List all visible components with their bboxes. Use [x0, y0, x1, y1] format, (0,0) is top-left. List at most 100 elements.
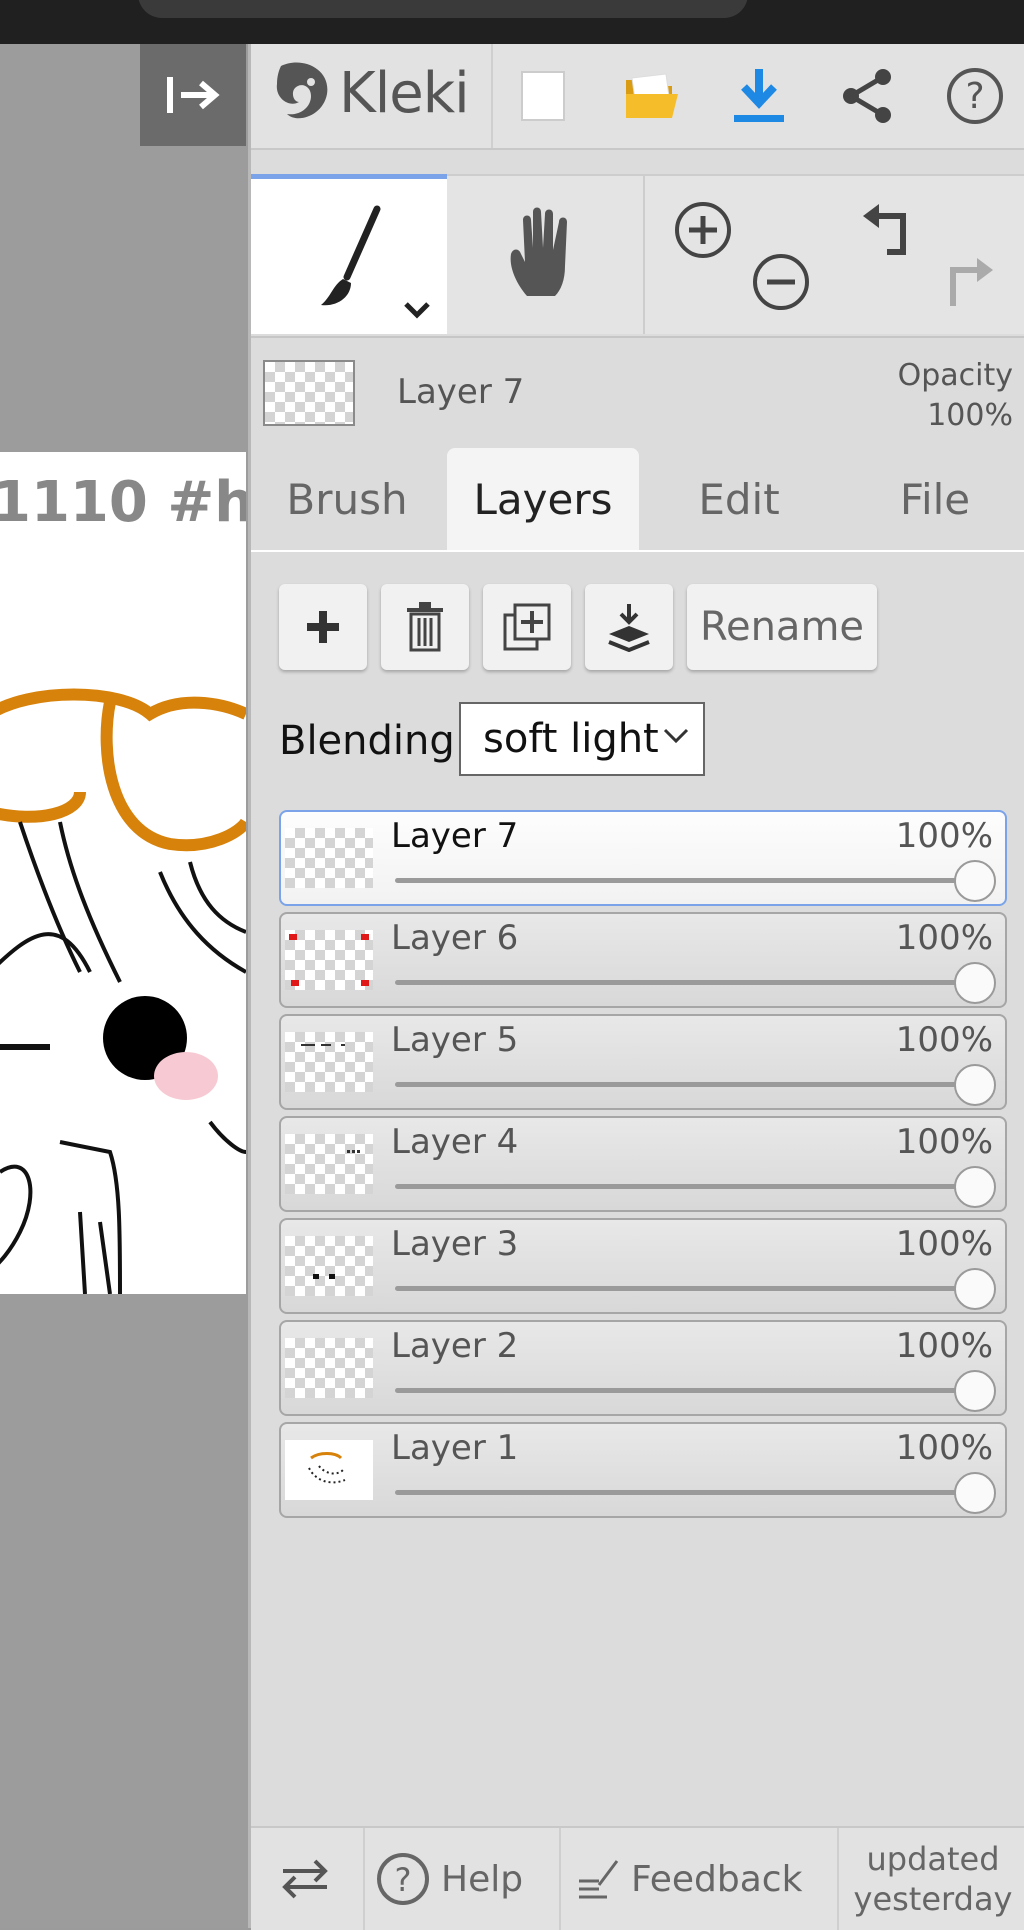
opacity-slider-handle[interactable]: [954, 962, 996, 1004]
opacity-slider-handle[interactable]: [954, 1166, 996, 1208]
feedback-button[interactable]: Feedback: [577, 1828, 802, 1930]
plus-icon: [307, 611, 339, 643]
opacity-slider-handle[interactable]: [954, 860, 996, 902]
opacity-slider-track[interactable]: [395, 878, 975, 883]
tab-layers[interactable]: Layers: [447, 448, 639, 550]
updated-line-2: yesterday: [853, 1880, 1013, 1918]
layer-item-1[interactable]: Layer 1 100%: [279, 1422, 1007, 1518]
side-panel: Kleki ? Layer 7 Opacity 100% Brush Layer…: [248, 44, 1024, 1930]
layer-opacity: 100%: [895, 918, 993, 958]
current-layer-thumbnail: [263, 360, 355, 426]
layer-opacity: 100%: [895, 1020, 993, 1060]
redo-icon[interactable]: [937, 256, 997, 316]
layer-item-3[interactable]: Layer 3 100%: [279, 1218, 1007, 1314]
new-document-icon: [521, 71, 565, 121]
layer-1-preview: [308, 1452, 346, 1484]
layer-name: Layer 1: [391, 1428, 519, 1468]
footer-divider: [559, 1828, 561, 1930]
chevron-down-icon[interactable]: [403, 301, 431, 319]
zoom-in-icon[interactable]: [673, 200, 733, 260]
opacity-slider-track[interactable]: [395, 1388, 975, 1393]
layer-item-5[interactable]: Layer 5 100%: [279, 1014, 1007, 1110]
layer-5-preview: [301, 1044, 345, 1046]
help-button[interactable]: ?: [945, 66, 1005, 126]
current-layer-opacity: Opacity 100%: [898, 356, 1013, 436]
zoom-out-icon[interactable]: [751, 252, 811, 312]
layer-name: Layer 5: [391, 1020, 519, 1060]
duplicate-icon: [503, 603, 551, 651]
layer-thumbnail: [285, 1236, 373, 1296]
help-footer-button[interactable]: ? Help: [375, 1828, 523, 1930]
opacity-label: Opacity: [897, 358, 1013, 393]
opacity-slider-track[interactable]: [395, 1082, 975, 1087]
new-document-button[interactable]: [513, 66, 573, 126]
share-icon: [843, 69, 891, 123]
kleki-logo[interactable]: Kleki: [271, 58, 470, 128]
hand-icon: [510, 207, 567, 296]
opacity-slider-track[interactable]: [395, 1286, 975, 1291]
trash-icon: [407, 602, 443, 652]
undo-icon[interactable]: [859, 202, 919, 262]
opacity-slider-track[interactable]: [395, 1184, 975, 1189]
footer-divider: [363, 1828, 365, 1930]
app-name: Kleki: [339, 60, 470, 126]
layer-name: Layer 3: [391, 1224, 519, 1264]
layer-4-preview: [347, 1150, 360, 1153]
duplicate-layer-button[interactable]: [483, 584, 571, 670]
tab-edit[interactable]: Edit: [643, 448, 835, 550]
layer-opacity: 100%: [895, 816, 993, 856]
svg-text:?: ?: [395, 1861, 412, 1899]
layer-thumbnail: [285, 1032, 373, 1092]
feedback-label: Feedback: [631, 1858, 803, 1900]
layer-name: Layer 4: [391, 1122, 519, 1162]
add-layer-button[interactable]: [279, 584, 367, 670]
opacity-slider-handle[interactable]: [954, 1370, 996, 1412]
opacity-value: 100%: [927, 398, 1013, 433]
panel-footer: ? Help Feedback updated yesterday: [251, 1826, 1024, 1930]
opacity-slider-handle[interactable]: [954, 1472, 996, 1514]
kleki-logo-icon: [276, 62, 328, 119]
layer-name: Layer 7: [391, 816, 519, 856]
open-folder-icon: [626, 73, 678, 118]
download-button[interactable]: [729, 66, 789, 126]
share-button[interactable]: [837, 66, 897, 126]
hand-tool-button[interactable]: [447, 174, 643, 334]
layer-name: Layer 6: [391, 918, 519, 958]
header-divider: [491, 44, 493, 148]
blending-label: Blending: [279, 718, 455, 764]
blending-select[interactable]: soft light: [459, 702, 705, 776]
help-label: Help: [441, 1858, 524, 1900]
update-status: updated yesterday: [839, 1828, 1024, 1930]
layer-item-6[interactable]: Layer 6 100%: [279, 912, 1007, 1008]
open-file-button[interactable]: [621, 66, 681, 126]
layer-item-2[interactable]: Layer 2 100%: [279, 1320, 1007, 1416]
collapse-panel-button[interactable]: [140, 44, 246, 146]
layer-item-7[interactable]: Layer 7 100%: [279, 810, 1007, 906]
layer-thumbnail: [285, 1440, 373, 1500]
layer-thumbnail: [285, 1134, 373, 1194]
delete-layer-button[interactable]: [381, 584, 469, 670]
drawing-canvas[interactable]: 1110 #hd: [0, 452, 246, 1294]
layer-opacity: 100%: [895, 1224, 993, 1264]
help-icon: ?: [377, 1853, 429, 1905]
panel-tabs: Brush Layers Edit File: [251, 448, 1024, 552]
system-status-bar: [0, 0, 1024, 44]
tab-file[interactable]: File: [839, 448, 1024, 550]
swap-side-button[interactable]: [279, 1828, 331, 1930]
brush-icon: [321, 205, 381, 306]
brush-tool-button[interactable]: [251, 174, 447, 334]
merge-down-button[interactable]: [585, 584, 673, 670]
chevron-down-icon: [663, 728, 689, 744]
updated-line-1: updated: [866, 1840, 1000, 1878]
opacity-slider-track[interactable]: [395, 1490, 975, 1495]
opacity-slider-track[interactable]: [395, 980, 975, 985]
artwork-illustration: [0, 688, 246, 1294]
opacity-slider-handle[interactable]: [954, 1064, 996, 1106]
svg-text:?: ?: [965, 76, 984, 117]
layer-6-preview: [289, 934, 369, 986]
tab-brush[interactable]: Brush: [251, 448, 443, 550]
opacity-slider-handle[interactable]: [954, 1268, 996, 1310]
rename-layer-button[interactable]: Rename: [687, 584, 877, 670]
layer-item-4[interactable]: Layer 4 100%: [279, 1116, 1007, 1212]
status-pill: [138, 0, 748, 18]
